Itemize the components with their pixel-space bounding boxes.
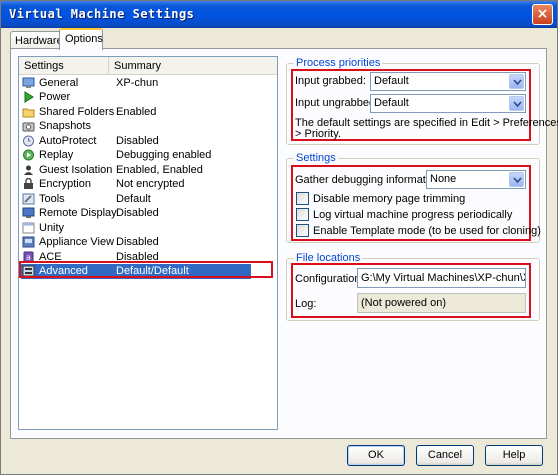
- row-summary: Default: [116, 192, 151, 205]
- tab-options[interactable]: Options: [59, 28, 103, 50]
- settings-row-appliance-view[interactable]: Appliance View Disabled: [19, 235, 277, 250]
- log-path-field[interactable]: (Not powered on): [357, 293, 526, 313]
- unity-icon: [22, 222, 35, 233]
- row-name: Remote Display: [39, 207, 117, 219]
- row-name: Snapshots: [39, 120, 91, 132]
- input-grabbed-select[interactable]: Default: [370, 72, 526, 91]
- settings-row-shared-folders[interactable]: Shared Folders Enabled: [19, 105, 277, 120]
- svg-text:a: a: [26, 253, 31, 262]
- gather-debugging-value: None: [430, 173, 457, 185]
- row-summary: Disabled: [116, 207, 159, 219]
- settings-row-snapshots[interactable]: Snapshots: [19, 119, 277, 134]
- settings-row-tools[interactable]: Tools Default: [19, 192, 277, 207]
- help-button[interactable]: Help: [485, 445, 543, 466]
- row-name: Advanced: [39, 265, 88, 277]
- settings-row-ace[interactable]: a ACE Disabled: [19, 250, 277, 265]
- template-mode-checkbox[interactable]: [296, 224, 309, 237]
- window-title: Virtual Machine Settings: [9, 7, 195, 21]
- title-bar[interactable]: Virtual Machine Settings ×: [1, 1, 557, 28]
- disable-memory-trimming-label: Disable memory page trimming: [313, 193, 466, 205]
- autoprotect-icon: [23, 135, 34, 146]
- priority-note-line2: > Priority.: [295, 128, 341, 140]
- settings-row-unity[interactable]: Unity: [19, 221, 277, 236]
- close-icon: ×: [536, 6, 549, 22]
- cancel-button[interactable]: Cancel: [416, 445, 474, 466]
- template-mode-label: Enable Template mode (to be used for clo…: [313, 225, 541, 237]
- configuration-path-value: G:\My Virtual Machines\XP-chun\XP-chun: [361, 272, 525, 284]
- configuration-path-field[interactable]: G:\My Virtual Machines\XP-chun\XP-chun: [357, 268, 526, 288]
- row-name: Appliance View: [39, 236, 115, 248]
- input-ungrabbed-label: Input ungrabbed:: [295, 97, 379, 109]
- row-name: General: [39, 76, 79, 89]
- tab-hardware-label: Hardware: [15, 35, 63, 47]
- chevron-down-icon[interactable]: [509, 74, 524, 89]
- general-icon: [22, 77, 35, 88]
- settings-row-encryption[interactable]: Encryption Not encrypted: [19, 177, 277, 192]
- row-summary: Not encrypted: [116, 178, 185, 190]
- gather-debugging-label: Gather debugging information:: [295, 174, 444, 186]
- guest-isolation-icon: [24, 165, 33, 175]
- chevron-down-icon[interactable]: [509, 96, 524, 111]
- log-path-value: (Not powered on): [361, 297, 446, 309]
- settings-legend: Settings: [294, 152, 338, 164]
- file-locations-legend: File locations: [294, 252, 363, 264]
- row-name: ACE: [39, 250, 62, 263]
- ok-button[interactable]: OK: [347, 445, 405, 466]
- input-ungrabbed-value: Default: [374, 97, 409, 109]
- settings-row-replay[interactable]: Replay Debugging enabled: [19, 148, 277, 163]
- power-icon: [24, 91, 34, 103]
- list-header: Settings Summary: [19, 57, 277, 75]
- row-name: AutoProtect: [39, 134, 97, 147]
- process-priorities-legend: Process priorities: [294, 57, 383, 69]
- settings-row-power[interactable]: Power: [19, 90, 277, 105]
- row-name: Unity: [39, 221, 65, 234]
- folder-icon: [22, 108, 35, 117]
- disable-memory-trimming-checkbox[interactable]: [296, 192, 309, 205]
- configuration-label: Configuration:: [295, 273, 364, 285]
- input-ungrabbed-select[interactable]: Default: [370, 94, 526, 113]
- chevron-down-icon[interactable]: [509, 172, 524, 187]
- column-header-summary[interactable]: Summary: [109, 57, 277, 75]
- row-name: Replay: [39, 149, 74, 161]
- advanced-icon: [22, 265, 35, 277]
- tab-options-label: Options: [65, 33, 103, 45]
- settings-row-remote-display[interactable]: Remote Display Disabled: [19, 206, 277, 221]
- column-header-settings[interactable]: Settings: [19, 57, 109, 75]
- encryption-icon: [24, 178, 33, 189]
- remote-display-icon: [22, 207, 35, 218]
- settings-row-guest-isolation[interactable]: Guest Isolation Enabled, Enabled: [19, 163, 277, 178]
- ace-icon: a: [23, 251, 34, 262]
- row-summary: Disabled: [116, 250, 159, 263]
- row-summary: XP-chun: [116, 76, 159, 89]
- log-progress-checkbox[interactable]: [296, 208, 309, 221]
- row-summary: Disabled: [116, 134, 159, 147]
- settings-row-general[interactable]: General XP-chun: [19, 76, 277, 91]
- tools-icon: [22, 193, 35, 204]
- row-summary: Debugging enabled: [116, 149, 212, 161]
- log-progress-label: Log virtual machine progress periodicall…: [313, 209, 513, 221]
- snapshot-icon: [22, 122, 35, 132]
- close-button[interactable]: ×: [532, 4, 553, 25]
- row-name: Shared Folders: [39, 105, 115, 118]
- row-name: Tools: [39, 192, 65, 205]
- settings-list[interactable]: Settings Summary General XP-chun Power S…: [18, 56, 278, 430]
- row-name: Encryption: [39, 178, 91, 190]
- appliance-icon: [22, 236, 35, 248]
- settings-row-autoprotect[interactable]: AutoProtect Disabled: [19, 134, 277, 149]
- row-summary: Default/Default: [116, 265, 189, 277]
- row-summary: Enabled: [116, 105, 157, 118]
- replay-icon: [23, 149, 34, 161]
- settings-row-advanced[interactable]: Advanced Default/Default: [21, 264, 251, 279]
- log-label: Log:: [295, 298, 317, 310]
- input-grabbed-label: Input grabbed:: [295, 75, 366, 87]
- gather-debugging-select[interactable]: None: [426, 170, 526, 189]
- row-summary: Enabled, Enabled: [116, 163, 203, 176]
- row-name: Guest Isolation: [39, 163, 113, 176]
- row-summary: Disabled: [116, 236, 159, 248]
- vm-settings-window: Virtual Machine Settings × Hardware Opti…: [0, 0, 558, 475]
- input-grabbed-value: Default: [374, 75, 409, 87]
- row-name: Power: [39, 91, 71, 103]
